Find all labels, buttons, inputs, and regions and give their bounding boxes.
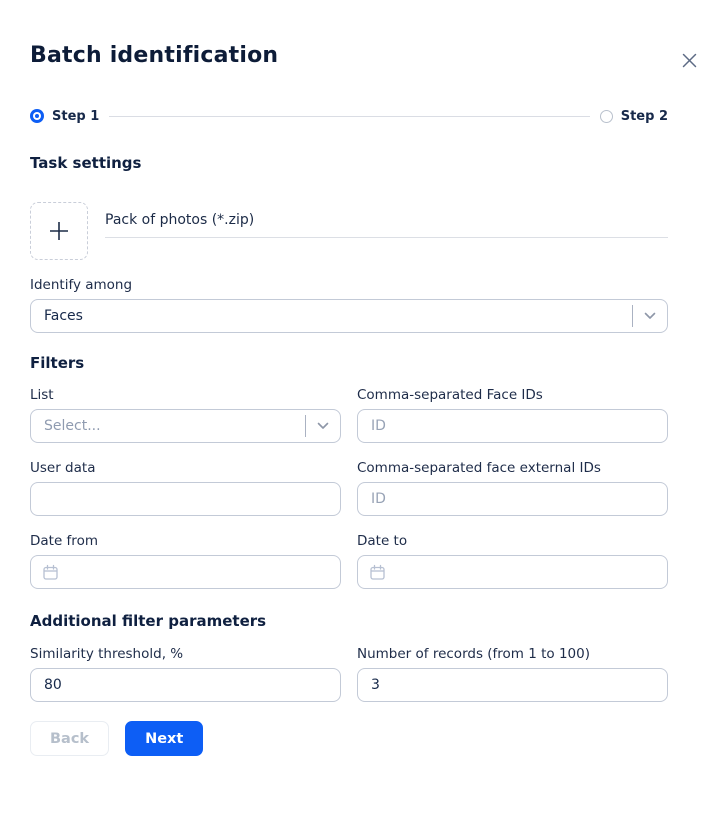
stepper: Step 1 Step 2 [30,108,668,124]
radio-unselected-icon [600,110,613,123]
face-external-ids-label: Comma-separated face external IDs [357,460,668,476]
calendar-icon [42,564,59,581]
user-data-field-group: User data [30,460,341,516]
radio-selected-icon [30,109,44,123]
upload-underline [105,237,668,238]
face-external-ids-field-group: Comma-separated face external IDs [357,460,668,516]
user-data-input[interactable] [30,482,341,516]
step-1-label: Step 1 [52,109,99,124]
plus-icon [49,221,69,241]
list-label: List [30,387,341,403]
section-task-settings: Task settings [30,154,668,172]
footer-buttons: Back Next [30,721,668,756]
face-ids-label: Comma-separated Face IDs [357,387,668,403]
section-additional-parameters: Additional filter parameters [30,612,668,630]
page-title: Batch identification [30,42,668,70]
chevron-down-icon [633,312,667,320]
stepper-line [109,116,589,117]
additional-parameters-grid: Similarity threshold, % Number of record… [30,646,668,702]
similarity-threshold-label: Similarity threshold, % [30,646,341,662]
similarity-threshold-input[interactable] [30,668,341,702]
add-photos-button[interactable] [30,202,88,260]
filters-grid: List Select... Comma-separated Face IDs … [30,387,668,589]
section-filters: Filters [30,354,668,372]
identify-among-label: Identify among [30,277,668,293]
chevron-down-icon [306,422,340,430]
list-field-group: List Select... [30,387,341,443]
identify-among-value: Faces [44,308,632,324]
upload-row: Pack of photos (*.zip) [30,202,668,260]
step-2[interactable]: Step 2 [600,109,668,124]
close-x-glyph [682,53,697,68]
back-button[interactable]: Back [30,721,109,756]
date-to-field-group: Date to [357,533,668,589]
number-of-records-label: Number of records (from 1 to 100) [357,646,668,662]
step-2-label: Step 2 [621,109,668,124]
upload-file-label: Pack of photos (*.zip) [105,212,668,228]
identify-among-select[interactable]: Faces [30,299,668,333]
face-ids-field-group: Comma-separated Face IDs [357,387,668,443]
date-from-input[interactable] [30,555,341,589]
number-of-records-field-group: Number of records (from 1 to 100) [357,646,668,702]
date-to-label: Date to [357,533,668,549]
list-select[interactable]: Select... [30,409,341,443]
user-data-label: User data [30,460,341,476]
calendar-icon [369,564,386,581]
similarity-threshold-field-group: Similarity threshold, % [30,646,341,702]
list-placeholder: Select... [44,418,305,434]
batch-identification-modal: Batch identification Step 1 Step 2 Task … [0,42,714,756]
face-external-ids-input[interactable] [357,482,668,516]
close-icon[interactable] [680,51,698,69]
next-button[interactable]: Next [125,721,203,756]
step-1[interactable]: Step 1 [30,109,99,124]
date-from-label: Date from [30,533,341,549]
date-to-input[interactable] [357,555,668,589]
date-from-field-group: Date from [30,533,341,589]
number-of-records-input[interactable] [357,668,668,702]
face-ids-input[interactable] [357,409,668,443]
upload-file-field[interactable]: Pack of photos (*.zip) [105,202,668,260]
